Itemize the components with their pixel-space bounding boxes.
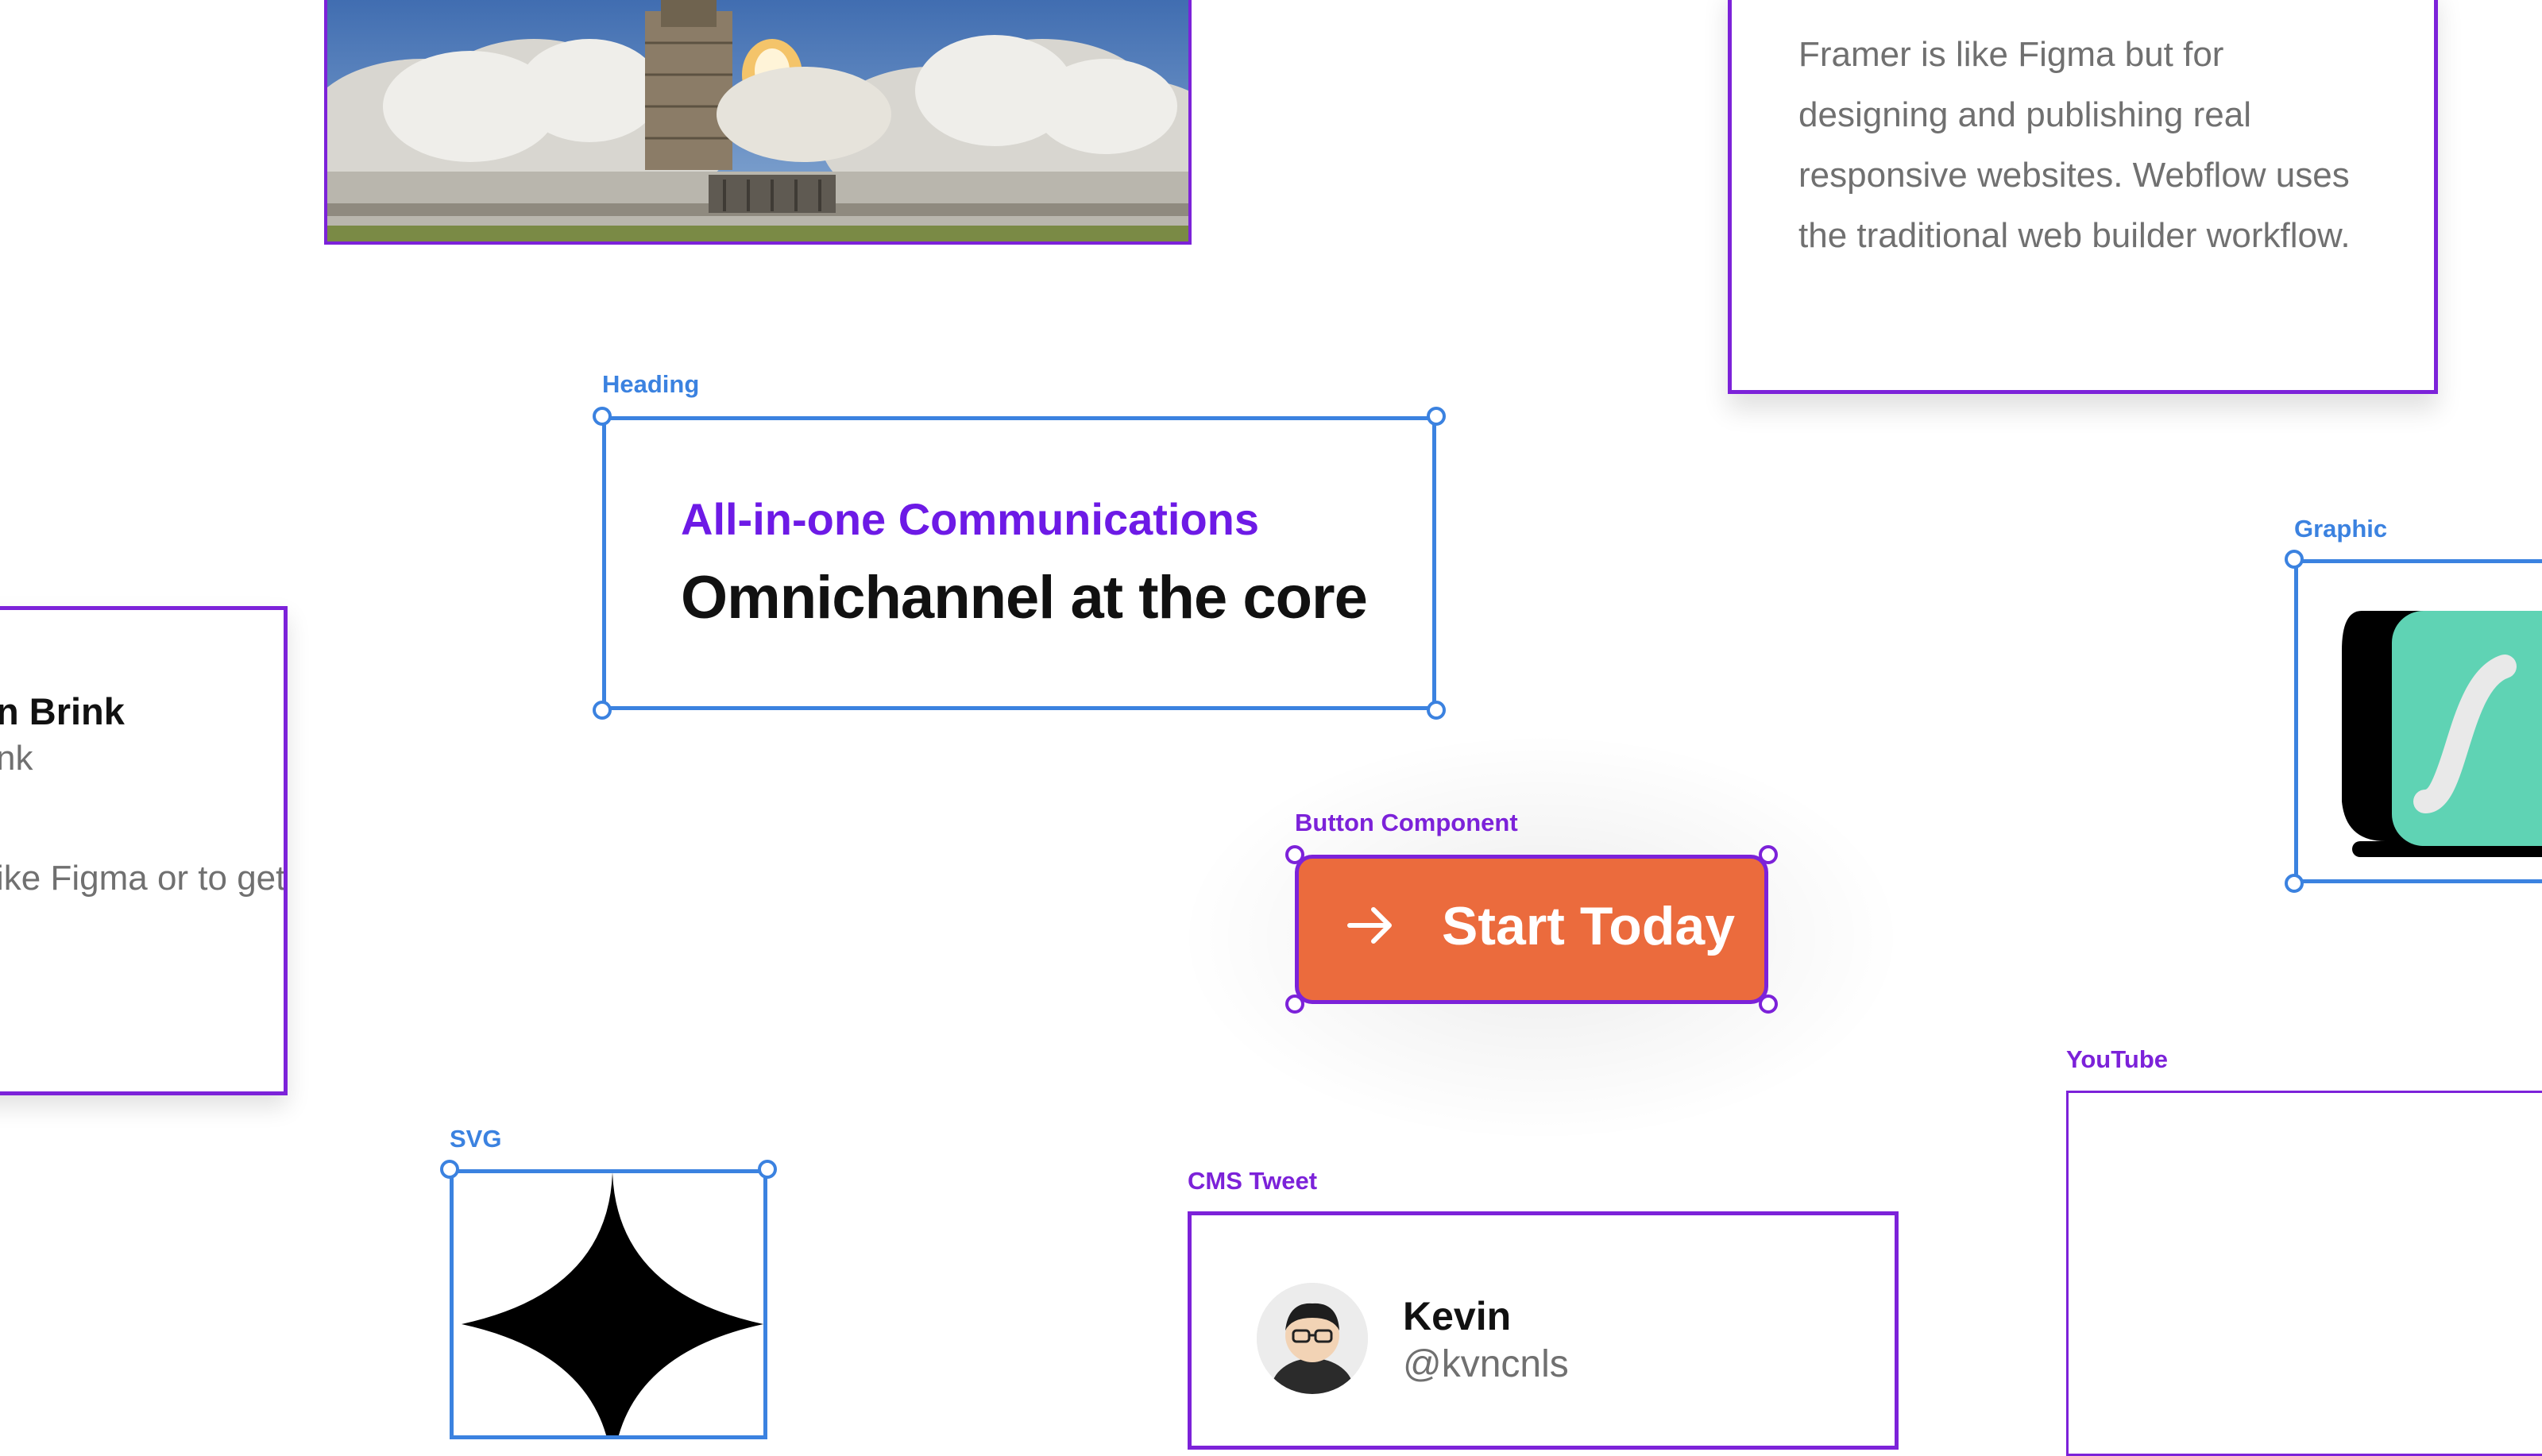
start-today-label: Start Today [1442, 896, 1736, 956]
heading-layer-label: Heading [602, 370, 700, 398]
youtube-layer-label: YouTube [2066, 1045, 2168, 1073]
resize-handle-bottom-left[interactable] [2285, 874, 2304, 893]
button-component-label: Button Component [1295, 809, 1518, 836]
resize-handle-top-right[interactable] [1759, 845, 1778, 864]
resize-handle-top-right[interactable] [758, 1160, 777, 1179]
resize-handle-top-right[interactable] [1427, 407, 1446, 426]
resize-handle-top-left[interactable] [440, 1160, 459, 1179]
four-point-star-icon [462, 1173, 763, 1435]
profile-handle: nk [0, 739, 33, 778]
resize-handle-top-left[interactable] [1285, 845, 1304, 864]
framer-description-card[interactable]: Framer is like Figma but for designing a… [1728, 0, 2438, 394]
arrow-right-icon [1347, 907, 1392, 944]
cms-tweet-card[interactable]: Kevin @kvncnls [1188, 1211, 1899, 1450]
resize-handle-top-left[interactable] [593, 407, 612, 426]
framer-description-text: Framer is like Figma but for designing a… [1798, 35, 2351, 255]
heading-component[interactable]: All-in-one Communications Omnichannel at… [602, 416, 1436, 710]
app-logo-icon [2342, 611, 2542, 857]
profile-name: n Brink [0, 690, 125, 732]
profile-text: ike Figma or to get [0, 859, 286, 898]
avatar [1257, 1283, 1368, 1394]
profile-card[interactable]: n Brink nk ike Figma or to get [0, 606, 288, 1095]
resize-handle-bottom-right[interactable] [1759, 994, 1778, 1014]
heading-subtitle: All-in-one Communications [681, 494, 1259, 544]
rocket-launch-illustration [327, 0, 1188, 241]
graphic-component[interactable] [2294, 559, 2542, 883]
youtube-embed[interactable] [2066, 1091, 2542, 1456]
cms-tweet-label: CMS Tweet [1188, 1167, 1318, 1195]
resize-handle-bottom-left[interactable] [1285, 994, 1304, 1014]
graphic-layer-label: Graphic [2294, 515, 2388, 543]
resize-handle-top-left[interactable] [2285, 550, 2304, 569]
avatar-illustration [1257, 1283, 1368, 1394]
resize-handle-bottom-left[interactable] [593, 701, 612, 720]
svg-layer-label: SVG [450, 1125, 502, 1153]
svg-component[interactable] [450, 1169, 767, 1439]
start-today-button[interactable]: Start Today [1295, 855, 1768, 1004]
tweet-author-name: Kevin [1403, 1294, 1512, 1338]
rocket-launch-image[interactable] [324, 0, 1192, 245]
tweet-author-handle: @kvncnls [1403, 1343, 1569, 1385]
heading-title: Omnichannel at the core [681, 564, 1368, 631]
resize-handle-bottom-right[interactable] [1427, 701, 1446, 720]
